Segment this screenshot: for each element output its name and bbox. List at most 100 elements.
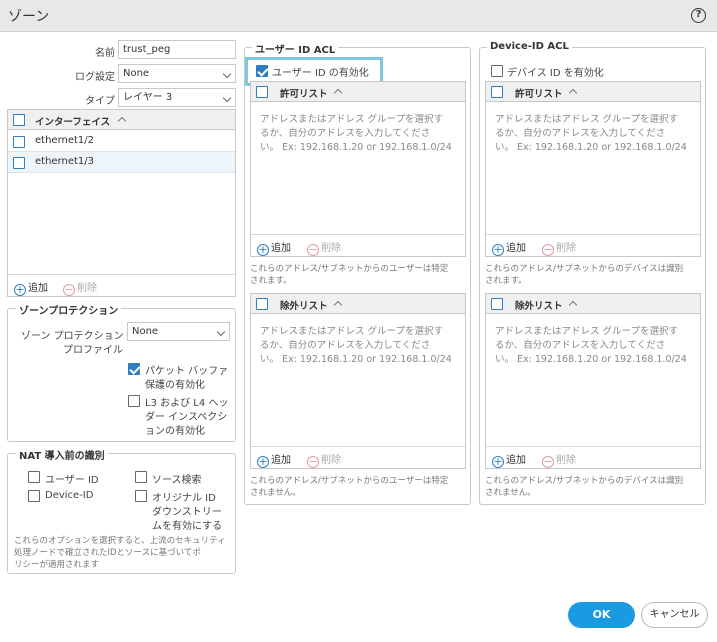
device-include-note: これらのアドレス/サブネットからのデバイスは識別 <box>485 264 684 274</box>
nat-user-id-checkbox[interactable] <box>28 471 40 483</box>
device-include-placeholder-3: い。 Ex: 192.168.1.20 or 192.168.1.0/24 <box>495 142 687 153</box>
device-exclude-header: 除外リスト <box>486 294 700 314</box>
sort-asc-icon[interactable] <box>568 300 578 310</box>
nat-note: これらのオプションを選択すると、上流のセキュリティ <box>14 536 226 546</box>
select-all-checkbox[interactable] <box>491 298 503 310</box>
user-include-note-2: されます。 <box>250 276 292 286</box>
exclude-list-column-header[interactable]: 除外リスト <box>280 298 328 312</box>
zone-protection-legend: ゾーンプロテクション <box>16 302 122 317</box>
select-all-checkbox[interactable] <box>256 298 268 310</box>
sort-asc-icon[interactable] <box>333 88 343 98</box>
user-include-header: 許可リスト <box>251 82 465 102</box>
add-interface-button[interactable]: + 追加 <box>14 279 48 296</box>
plus-icon: + <box>14 283 26 296</box>
packet-buffer-label-2: 保護の有効化 <box>145 380 205 391</box>
delete-user-include-button[interactable]: − 削除 <box>307 239 341 256</box>
exclude-list-column-header[interactable]: 除外リスト <box>515 298 563 312</box>
select-all-checkbox[interactable] <box>491 86 503 98</box>
type-select[interactable]: レイヤー 3 <box>118 88 236 107</box>
interface-name: ethernet1/2 <box>35 135 95 146</box>
table-row[interactable]: ethernet1/3 <box>8 152 235 173</box>
device-id-enable-label: デバイス ID を有効化 <box>507 68 604 79</box>
user-include-placeholder-3: い。 Ex: 192.168.1.20 or 192.168.1.0/24 <box>260 142 452 153</box>
select-all-checkbox[interactable] <box>13 114 25 126</box>
type-value: レイヤー 3 <box>123 92 173 103</box>
log-setting-select[interactable]: None <box>118 64 236 83</box>
add-label: 追加 <box>28 283 48 294</box>
device-include-note-2: されます。 <box>485 276 527 286</box>
device-include-placeholder: アドレスまたはアドレス グループを選択す <box>495 114 678 125</box>
delete-user-exclude-button[interactable]: − 削除 <box>307 451 341 468</box>
include-list-column-header[interactable]: 許可リスト <box>515 86 563 100</box>
user-exclude-list: 除外リスト アドレスまたはアドレス グループを選択す るか、自分のアドレスを入力… <box>250 293 466 469</box>
nat-device-id-checkbox[interactable] <box>28 490 40 502</box>
add-device-exclude-button[interactable]: + 追加 <box>492 451 526 468</box>
nat-user-id-label: ユーザー ID <box>45 475 99 486</box>
nat-note-2: 処理ノードで確立されたIDとソースに基づいてポ <box>14 548 201 558</box>
interface-column-header[interactable]: インターフェイス <box>35 114 110 128</box>
original-id-downstream-checkbox[interactable] <box>135 490 147 502</box>
original-id-label-3: ムを有効にする <box>152 521 223 532</box>
nat-note-3: リシーが適用されます <box>14 560 100 570</box>
minus-icon: − <box>63 283 75 296</box>
device-include-header: 許可リスト <box>486 82 700 102</box>
sort-asc-icon[interactable] <box>568 88 578 98</box>
user-exclude-placeholder-3: い。 Ex: 192.168.1.20 or 192.168.1.0/24 <box>260 354 452 365</box>
zone-protection-profile-label-2: プロファイル <box>63 345 123 356</box>
delete-label: 削除 <box>321 455 341 466</box>
delete-device-include-button[interactable]: − 削除 <box>542 239 576 256</box>
user-id-enable-label: ユーザー ID の有効化 <box>272 68 369 79</box>
sort-asc-icon[interactable] <box>117 116 127 126</box>
device-exclude-footer: + 追加 − 削除 <box>486 446 700 468</box>
name-input[interactable]: trust_peg <box>118 40 236 59</box>
device-exclude-placeholder-2: るか、自分のアドレスを入力してくださ <box>495 340 666 351</box>
ok-button[interactable]: OK <box>568 602 635 628</box>
minus-icon: − <box>542 243 554 256</box>
user-exclude-placeholder-2: るか、自分のアドレスを入力してくださ <box>260 340 431 351</box>
name-label: 名前 <box>95 48 115 59</box>
device-id-enable-checkbox[interactable] <box>491 65 503 77</box>
include-list-column-header[interactable]: 許可リスト <box>280 86 328 100</box>
add-label: 追加 <box>506 243 526 254</box>
minus-icon: − <box>542 455 554 468</box>
plus-icon: + <box>492 455 504 468</box>
dialog-title: ゾーン <box>8 9 50 25</box>
packet-buffer-checkbox[interactable] <box>128 363 140 375</box>
user-exclude-note: これらのアドレス/サブネットからのユーザーは特定 <box>250 476 449 486</box>
add-device-include-button[interactable]: + 追加 <box>492 239 526 256</box>
minus-icon: − <box>307 455 319 468</box>
cancel-button[interactable]: キャンセル <box>641 602 708 628</box>
device-include-footer: + 追加 − 削除 <box>486 234 700 256</box>
add-label: 追加 <box>271 243 291 254</box>
sort-asc-icon[interactable] <box>333 300 343 310</box>
interface-list: インターフェイス ethernet1/2 ethernet1/3 + 追加 − 削除 <box>7 109 236 297</box>
interface-name: ethernet1/3 <box>35 156 95 167</box>
user-id-enable-checkbox[interactable] <box>256 65 268 77</box>
original-id-label: オリジナル ID <box>152 493 216 504</box>
add-user-exclude-button[interactable]: + 追加 <box>257 451 291 468</box>
l3l4-inspection-checkbox[interactable] <box>128 395 140 407</box>
zone-protection-group: ゾーンプロテクション ゾーン プロテクション プロファイル None パケット … <box>7 302 236 442</box>
source-lookup-checkbox[interactable] <box>135 471 147 483</box>
select-all-checkbox[interactable] <box>256 86 268 98</box>
device-exclude-placeholder: アドレスまたはアドレス グループを選択す <box>495 326 678 337</box>
zone-protection-profile-label: ゾーン プロテクション <box>21 331 124 342</box>
device-exclude-note-2: されません。 <box>485 488 536 498</box>
delete-device-exclude-button[interactable]: − 削除 <box>542 451 576 468</box>
zone-protection-profile-select[interactable]: None <box>127 322 230 341</box>
delete-label: 削除 <box>321 243 341 254</box>
dialog-titlebar: ゾーン ? <box>0 0 717 32</box>
log-setting-value: None <box>123 68 150 79</box>
row-checkbox[interactable] <box>13 136 25 148</box>
help-icon[interactable]: ? <box>691 8 706 23</box>
row-checkbox[interactable] <box>13 157 25 169</box>
nat-identification-group: NAT 導入前の識別 ユーザー ID ソース検索 Device-ID オリジナル… <box>7 447 236 574</box>
l3l4-inspection-label-3: ョンの有効化 <box>145 426 205 437</box>
add-user-include-button[interactable]: + 追加 <box>257 239 291 256</box>
log-setting-label: ログ設定 <box>75 72 115 83</box>
l3l4-inspection-label: L3 および L4 ヘッ <box>145 398 229 409</box>
table-row[interactable]: ethernet1/2 <box>8 131 235 152</box>
delete-label: 削除 <box>556 243 576 254</box>
delete-interface-button[interactable]: − 削除 <box>63 279 97 296</box>
device-include-placeholder-2: るか、自分のアドレスを入力してくださ <box>495 128 666 139</box>
